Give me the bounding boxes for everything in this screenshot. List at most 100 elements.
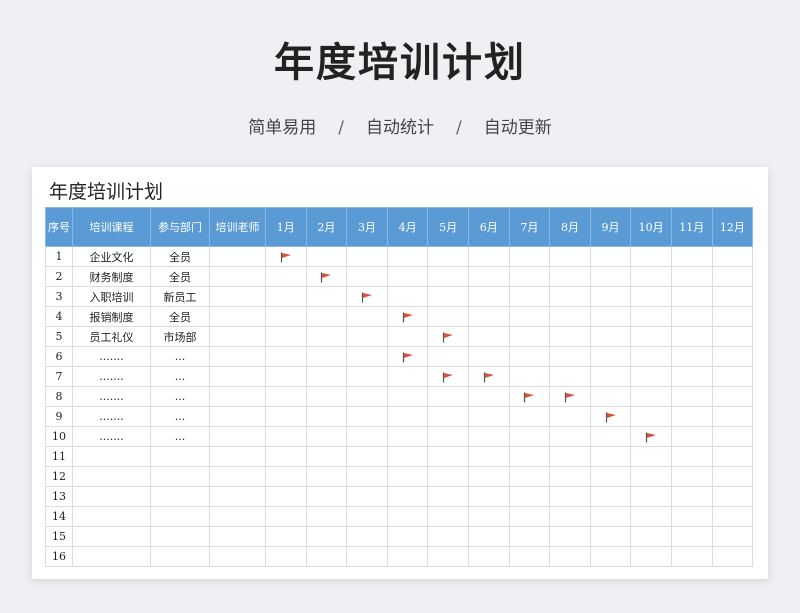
- month-cell[interactable]: [630, 386, 672, 407]
- teacher-cell[interactable]: [209, 246, 266, 267]
- month-cell[interactable]: [305, 466, 348, 487]
- teacher-cell[interactable]: [209, 546, 266, 567]
- department-cell[interactable]: [150, 446, 210, 467]
- row-number-cell[interactable]: 14: [45, 506, 73, 527]
- teacher-cell[interactable]: [209, 446, 266, 467]
- month-cell[interactable]: [711, 326, 754, 347]
- month-cell[interactable]: [589, 466, 632, 487]
- row-number-cell[interactable]: 13: [45, 486, 73, 507]
- teacher-cell[interactable]: [209, 266, 266, 287]
- month-cell[interactable]: [508, 306, 551, 327]
- month-cell[interactable]: [346, 446, 388, 467]
- month-cell[interactable]: [265, 466, 307, 487]
- row-number-cell[interactable]: 7: [45, 366, 73, 387]
- month-cell[interactable]: [386, 546, 429, 567]
- month-cell[interactable]: [549, 506, 591, 527]
- month-cell[interactable]: [670, 366, 713, 387]
- month-cell[interactable]: [305, 286, 348, 307]
- month-cell[interactable]: [467, 346, 510, 367]
- course-cell[interactable]: 报销制度: [72, 306, 151, 327]
- month-cell[interactable]: [589, 386, 632, 407]
- teacher-cell[interactable]: [209, 286, 266, 307]
- row-number-cell[interactable]: 11: [45, 446, 73, 467]
- month-cell[interactable]: [670, 426, 713, 447]
- month-cell[interactable]: [589, 486, 632, 507]
- month-cell[interactable]: [427, 406, 469, 427]
- month-cell[interactable]: [265, 266, 307, 287]
- course-cell[interactable]: .......: [72, 346, 151, 367]
- month-cell[interactable]: [589, 546, 632, 567]
- course-cell[interactable]: .......: [72, 406, 151, 427]
- month-cell[interactable]: [630, 286, 672, 307]
- month-cell[interactable]: [265, 506, 307, 527]
- department-cell[interactable]: ...: [150, 366, 210, 387]
- month-cell[interactable]: [670, 526, 713, 547]
- month-cell[interactable]: [711, 366, 754, 387]
- month-cell[interactable]: [630, 526, 672, 547]
- month-cell[interactable]: [467, 386, 510, 407]
- teacher-cell[interactable]: [209, 386, 266, 407]
- teacher-cell[interactable]: [209, 426, 266, 447]
- month-cell[interactable]: [630, 346, 672, 367]
- month-cell[interactable]: [711, 346, 754, 367]
- course-cell[interactable]: .......: [72, 366, 151, 387]
- teacher-cell[interactable]: [209, 306, 266, 327]
- month-cell[interactable]: [346, 326, 388, 347]
- month-cell[interactable]: [305, 386, 348, 407]
- month-cell[interactable]: [305, 426, 348, 447]
- month-cell[interactable]: [549, 266, 591, 287]
- department-cell[interactable]: 全员: [150, 306, 210, 327]
- month-cell[interactable]: [265, 306, 307, 327]
- month-cell[interactable]: [467, 246, 510, 267]
- month-cell[interactable]: [427, 446, 469, 467]
- month-cell[interactable]: [589, 266, 632, 287]
- month-cell[interactable]: [467, 326, 510, 347]
- department-cell[interactable]: ...: [150, 426, 210, 447]
- row-number-cell[interactable]: 12: [45, 466, 73, 487]
- month-cell[interactable]: [711, 546, 754, 567]
- month-cell[interactable]: [305, 506, 348, 527]
- month-cell[interactable]: [386, 246, 429, 267]
- month-cell[interactable]: [265, 526, 307, 547]
- month-cell[interactable]: [346, 546, 388, 567]
- month-cell[interactable]: [549, 426, 591, 447]
- month-cell[interactable]: [265, 366, 307, 387]
- month-cell[interactable]: [549, 366, 591, 387]
- department-cell[interactable]: [150, 546, 210, 567]
- month-cell[interactable]: [427, 466, 469, 487]
- month-cell[interactable]: [305, 246, 348, 267]
- month-cell[interactable]: [467, 406, 510, 427]
- month-cell[interactable]: [630, 506, 672, 527]
- month-cell[interactable]: [346, 466, 388, 487]
- course-cell[interactable]: [72, 546, 151, 567]
- month-cell[interactable]: [711, 466, 754, 487]
- department-cell[interactable]: 市场部: [150, 326, 210, 347]
- course-cell[interactable]: [72, 506, 151, 527]
- month-cell[interactable]: [589, 326, 632, 347]
- month-cell[interactable]: [549, 286, 591, 307]
- month-cell[interactable]: [508, 346, 551, 367]
- month-cell[interactable]: [670, 486, 713, 507]
- month-cell[interactable]: [508, 446, 551, 467]
- month-cell[interactable]: [711, 266, 754, 287]
- month-cell[interactable]: [670, 406, 713, 427]
- month-cell[interactable]: [589, 306, 632, 327]
- month-cell[interactable]: [305, 526, 348, 547]
- month-cell[interactable]: [346, 346, 388, 367]
- month-cell[interactable]: [346, 486, 388, 507]
- course-cell[interactable]: [72, 466, 151, 487]
- month-cell[interactable]: [427, 246, 469, 267]
- department-cell[interactable]: [150, 466, 210, 487]
- month-cell[interactable]: [346, 366, 388, 387]
- course-cell[interactable]: 员工礼仪: [72, 326, 151, 347]
- month-cell[interactable]: [711, 246, 754, 267]
- month-cell[interactable]: [508, 426, 551, 447]
- row-number-cell[interactable]: 15: [45, 526, 73, 547]
- month-cell[interactable]: [508, 326, 551, 347]
- month-cell[interactable]: [589, 426, 632, 447]
- department-cell[interactable]: ...: [150, 386, 210, 407]
- month-cell[interactable]: [630, 326, 672, 347]
- month-cell[interactable]: [386, 506, 429, 527]
- teacher-cell[interactable]: [209, 406, 266, 427]
- course-cell[interactable]: .......: [72, 426, 151, 447]
